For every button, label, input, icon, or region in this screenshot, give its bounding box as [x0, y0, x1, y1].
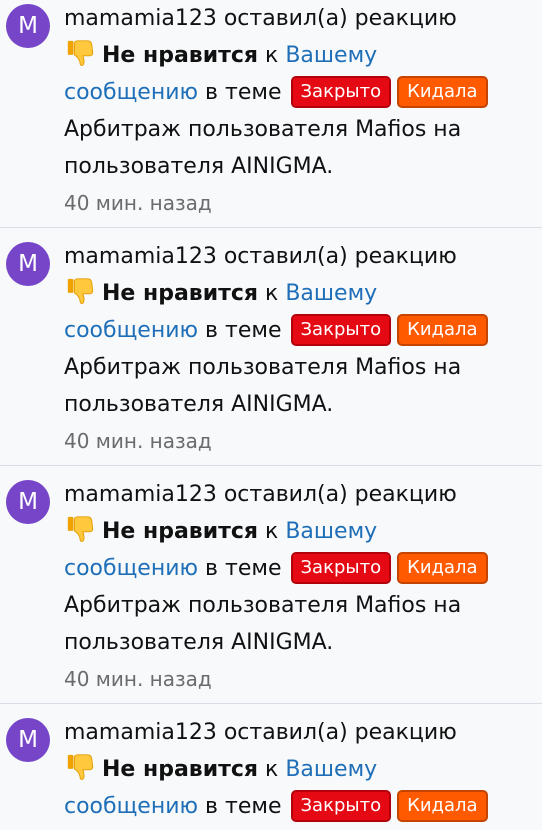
in-topic-text: в теме: [205, 318, 282, 343]
tag-closed[interactable]: Закрыто: [290, 552, 392, 584]
topic-title-line2[interactable]: пользователя AINIGMA.: [64, 624, 534, 661]
reaction-name: Не нравится: [102, 281, 259, 306]
notification-item[interactable]: M mamamia123 оставил(а) реакцию Не нрави…: [0, 466, 542, 704]
message-link-cont[interactable]: сообщению: [64, 318, 198, 343]
notification-content: mamamia123 оставил(а) реакцию Не нравитс…: [64, 0, 534, 222]
reaction-name: Не нравится: [102, 757, 259, 782]
notification-item[interactable]: M mamamia123 оставил(а) реакцию Не нрави…: [0, 704, 542, 830]
thumbs-down-icon: [67, 40, 94, 66]
avatar[interactable]: M: [6, 242, 50, 286]
message-link-cont[interactable]: сообщению: [64, 794, 198, 819]
reaction-line: Не нравится к Вашему: [64, 751, 534, 788]
topic-title-line1[interactable]: Арбитраж пользователя Mafios на: [64, 587, 534, 624]
message-link[interactable]: Вашему: [285, 519, 377, 544]
tag-scam[interactable]: Кидала: [397, 76, 488, 108]
reaction-line: Не нравится к Вашему: [64, 37, 534, 74]
action-text: оставил(а) реакцию: [223, 720, 457, 745]
message-link[interactable]: Вашему: [285, 281, 377, 306]
message-link-cont[interactable]: сообщению: [64, 80, 198, 105]
avatar[interactable]: M: [6, 718, 50, 762]
notification-content: mamamia123 оставил(а) реакцию Не нравитс…: [64, 714, 534, 825]
notification-header: mamamia123 оставил(а) реакцию: [64, 0, 534, 37]
in-topic-text: в теме: [205, 794, 282, 819]
timestamp: 40 мин. назад: [64, 667, 212, 691]
timestamp: 40 мин. назад: [64, 429, 212, 453]
tag-scam[interactable]: Кидала: [397, 790, 488, 822]
in-topic-text: в теме: [205, 80, 282, 105]
reaction-line: Не нравится к Вашему: [64, 513, 534, 550]
username-link[interactable]: mamamia123: [64, 244, 217, 269]
username-link[interactable]: mamamia123: [64, 482, 217, 507]
tag-closed[interactable]: Закрыто: [290, 314, 392, 346]
preposition: к: [265, 43, 279, 68]
message-link[interactable]: Вашему: [285, 43, 377, 68]
notification-item[interactable]: M mamamia123 оставил(а) реакцию Не нрави…: [0, 228, 542, 466]
notification-header: mamamia123 оставил(а) реакцию: [64, 714, 534, 751]
timestamp: 40 мин. назад: [64, 191, 212, 215]
action-text: оставил(а) реакцию: [223, 482, 457, 507]
topic-title-line2[interactable]: пользователя AINIGMA.: [64, 148, 534, 185]
thumbs-down-icon: [67, 278, 94, 304]
reaction-name: Не нравится: [102, 519, 259, 544]
thumbs-down-icon: [67, 516, 94, 542]
tag-closed[interactable]: Закрыто: [290, 76, 392, 108]
preposition: к: [265, 519, 279, 544]
avatar[interactable]: M: [6, 4, 50, 48]
notification-list: M mamamia123 оставил(а) реакцию Не нрави…: [0, 0, 542, 830]
action-text: оставил(а) реакцию: [223, 6, 457, 31]
reaction-line: Не нравится к Вашему: [64, 275, 534, 312]
message-link[interactable]: Вашему: [285, 757, 377, 782]
tag-scam[interactable]: Кидала: [397, 314, 488, 346]
message-link-cont[interactable]: сообщению: [64, 556, 198, 581]
notification-header: mamamia123 оставил(а) реакцию: [64, 476, 534, 513]
topic-line: сообщению в теме Закрыто Кидала: [64, 550, 534, 587]
tag-closed[interactable]: Закрыто: [290, 790, 392, 822]
username-link[interactable]: mamamia123: [64, 720, 217, 745]
reaction-name: Не нравится: [102, 43, 259, 68]
topic-line: сообщению в теме Закрыто Кидала: [64, 312, 534, 349]
notification-item[interactable]: M mamamia123 оставил(а) реакцию Не нрави…: [0, 0, 542, 228]
topic-line: сообщению в теме Закрыто Кидала: [64, 74, 534, 111]
preposition: к: [265, 281, 279, 306]
topic-title-line2[interactable]: пользователя AINIGMA.: [64, 386, 534, 423]
thumbs-down-icon: [67, 754, 94, 780]
action-text: оставил(а) реакцию: [223, 244, 457, 269]
tag-scam[interactable]: Кидала: [397, 552, 488, 584]
notification-header: mamamia123 оставил(а) реакцию: [64, 238, 534, 275]
topic-title-line1[interactable]: Арбитраж пользователя Mafios на: [64, 111, 534, 148]
notification-content: mamamia123 оставил(а) реакцию Не нравитс…: [64, 238, 534, 460]
preposition: к: [265, 757, 279, 782]
topic-line: сообщению в теме Закрыто Кидала: [64, 788, 534, 825]
in-topic-text: в теме: [205, 556, 282, 581]
topic-title-line1[interactable]: Арбитраж пользователя Mafios на: [64, 349, 534, 386]
avatar[interactable]: M: [6, 480, 50, 524]
notification-content: mamamia123 оставил(а) реакцию Не нравитс…: [64, 476, 534, 698]
username-link[interactable]: mamamia123: [64, 6, 217, 31]
